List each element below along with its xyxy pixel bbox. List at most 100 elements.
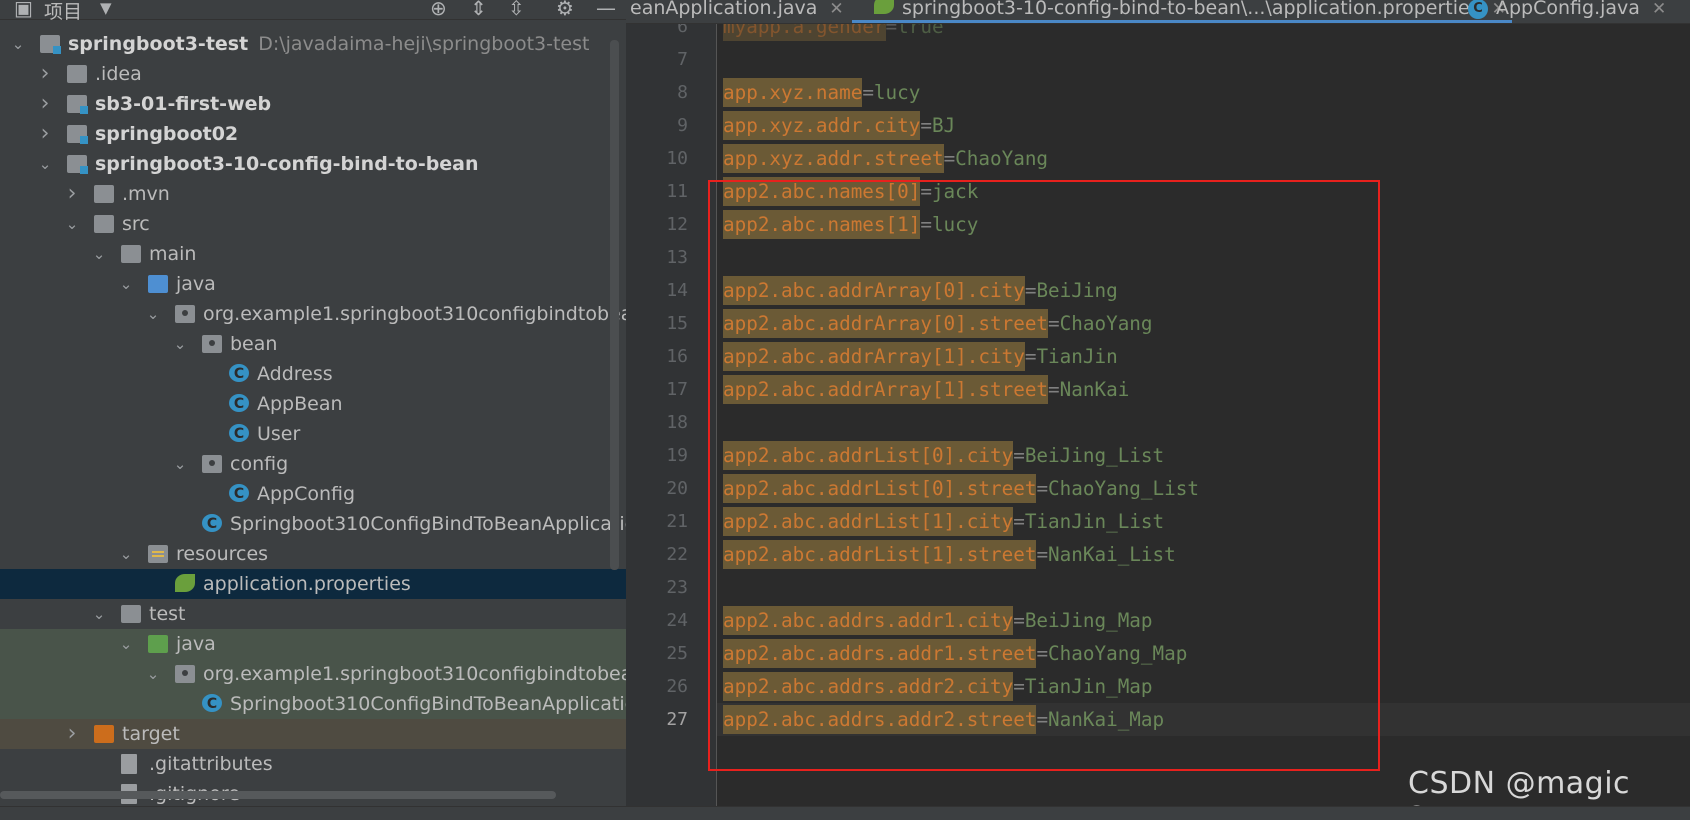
chevron-right-icon[interactable]: › [37, 89, 53, 119]
code-line[interactable]: app.xyz.name=lucy [723, 76, 920, 109]
folder-icon [94, 215, 114, 233]
tree-item-java[interactable]: ⌄ java [0, 269, 626, 299]
collapse-all-icon[interactable]: ⇳ [508, 0, 525, 18]
chevron-down-icon[interactable]: ⌄ [91, 239, 107, 269]
tree-item-mvn[interactable]: › .mvn [0, 179, 626, 209]
tree-item-label: sb3-01-first-web [95, 93, 272, 115]
class-icon: C [229, 394, 249, 412]
tree-item-springboot3-test[interactable]: ⌄ springboot3-test D:\javadaima-heji\sprin… [0, 29, 626, 59]
tree-item-address[interactable]: C Address [0, 359, 626, 389]
property-value: BJ [931, 114, 956, 137]
tree-item-label: springboot3-10-config-bind-to-bean [95, 153, 479, 175]
tree-item-appbean[interactable]: C AppBean [0, 389, 626, 419]
chevron-down-icon[interactable]: ⌄ [118, 269, 134, 299]
chevron-down-icon[interactable]: ⌄ [91, 599, 107, 629]
hide-icon[interactable]: — [596, 0, 616, 18]
line-number: 18 [666, 412, 688, 433]
property-key: myapp.a.gender [723, 24, 886, 41]
tree-item-target[interactable]: › target [0, 719, 626, 749]
chevron-down-icon[interactable]: ⌄ [172, 449, 188, 479]
tree-item-label: AppBean [257, 393, 343, 415]
chevron-down-icon[interactable]: ⌄ [145, 299, 161, 329]
tree-item-appconfig[interactable]: C AppConfig [0, 479, 626, 509]
module-folder-icon [67, 155, 88, 174]
tree-item-label: resources [176, 543, 269, 565]
tree-item-test-package[interactable]: ⌄ org.example1.springboot310configbindtob… [0, 659, 626, 689]
tab-application-properties[interactable]: springboot3-10-config-bind-to-bean\...\a… [852, 0, 1512, 23]
tree-item-path: D:\javadaima-heji\springboot3-test [258, 33, 590, 55]
chevron-down-icon[interactable]: ⌄ [10, 29, 26, 59]
locate-icon[interactable]: ⊕ [430, 0, 447, 18]
chevron-down-icon[interactable]: ⌄ [172, 329, 188, 359]
tree-item-label: User [257, 423, 301, 445]
tree-item-label: org.example1.springboot310configbindtobe… [203, 303, 626, 325]
chevron-right-icon[interactable]: › [37, 59, 53, 89]
line-number: 11 [666, 181, 688, 202]
tab-label: AppConfig.java [1496, 0, 1640, 19]
tree-item-application-properties[interactable]: application.properties [0, 569, 626, 599]
tree-item-main[interactable]: ⌄ main [0, 239, 626, 269]
chevron-right-icon[interactable]: › [64, 719, 80, 749]
tree-item-src[interactable]: ⌄ src [0, 209, 626, 239]
close-icon[interactable]: ✕ [829, 0, 843, 19]
expand-all-icon[interactable]: ⇕ [470, 0, 487, 18]
code-line[interactable]: app.xyz.addr.city=BJ [723, 109, 955, 142]
line-number: 20 [666, 478, 688, 499]
equals-sign: = [943, 147, 956, 170]
tree-item-gitattributes[interactable]: .gitattributes [0, 749, 626, 779]
tree-item-springboot02[interactable]: › springboot02 [0, 119, 626, 149]
tab-bean-application[interactable]: eanApplication.java ✕ [630, 0, 844, 23]
line-number: 24 [666, 610, 688, 631]
module-folder-icon [40, 35, 61, 54]
property-key: app.xyz.addr.street [723, 144, 944, 173]
tree-horizontal-scrollbar[interactable] [0, 791, 556, 799]
chevron-down-icon[interactable]: ⌄ [64, 209, 80, 239]
code-line[interactable]: myapp.a.gender=true [723, 24, 944, 43]
tree-item-test[interactable]: ⌄ test [0, 599, 626, 629]
status-bar [0, 806, 1690, 820]
tree-item-idea[interactable]: › .idea [0, 59, 626, 89]
project-tree: ⌄ springboot3-test D:\javadaima-heji\sprin… [0, 29, 626, 806]
tree-item-user[interactable]: C User [0, 419, 626, 449]
package-icon [175, 305, 195, 323]
source-folder-icon [148, 275, 168, 293]
chevron-down-icon[interactable]: ⌄ [118, 539, 134, 569]
chevron-down-icon[interactable]: ⌄ [145, 659, 161, 689]
tree-item-sb3-01-first-web[interactable]: › sb3-01-first-web [0, 89, 626, 119]
chevron-right-icon[interactable]: › [64, 179, 80, 209]
equals-sign: = [862, 81, 874, 104]
property-key: app.xyz.name [723, 78, 863, 107]
equals-sign: = [885, 24, 898, 38]
project-view-icon[interactable]: ▣ [14, 0, 33, 18]
line-number: 14 [666, 280, 688, 301]
package-icon [202, 335, 222, 353]
tree-item-label: config [230, 453, 289, 475]
line-number: 25 [666, 643, 688, 664]
tree-vertical-scrollbar[interactable] [610, 40, 619, 570]
tree-item-config[interactable]: ⌄ config [0, 449, 626, 479]
tree-item-label: Address [257, 363, 333, 385]
tree-item-bean[interactable]: ⌄ bean [0, 329, 626, 359]
line-number: 22 [666, 544, 688, 565]
settings-icon[interactable]: ⚙ [556, 0, 574, 18]
chevron-right-icon[interactable]: › [37, 119, 53, 149]
line-number: 16 [666, 346, 688, 367]
close-icon[interactable]: ✕ [1652, 0, 1666, 19]
chevron-down-icon[interactable]: ⌄ [118, 629, 134, 659]
tree-item-application-class[interactable]: C Springboot310ConfigBindToBeanApplicatio… [0, 509, 626, 539]
tree-item-package[interactable]: ⌄ org.example1.springboot310configbindtob… [0, 299, 626, 329]
line-number: 7 [677, 49, 688, 70]
dropdown-icon[interactable]: ▼ [100, 0, 112, 18]
tree-item-springboot3-10[interactable]: ⌄ springboot3-10-config-bind-to-bean [0, 149, 626, 179]
tree-item-label: java [176, 273, 216, 295]
tab-appconfig[interactable]: C AppConfig.java ✕ [1468, 0, 1666, 23]
tree-item-resources[interactable]: ⌄ resources [0, 539, 626, 569]
chevron-down-icon[interactable]: ⌄ [37, 149, 53, 179]
editor-tab-bar: eanApplication.java ✕ springboot3-10-conf… [626, 0, 1690, 24]
folder-icon [94, 185, 114, 203]
code-line[interactable]: app.xyz.addr.street=ChaoYang [723, 142, 1048, 175]
project-panel-title[interactable]: 项目 [44, 0, 82, 24]
tree-item-test-java[interactable]: ⌄ java [0, 629, 626, 659]
tree-item-test-class[interactable]: C Springboot310ConfigBindToBeanApplicatio… [0, 689, 626, 719]
module-folder-icon [67, 95, 88, 114]
